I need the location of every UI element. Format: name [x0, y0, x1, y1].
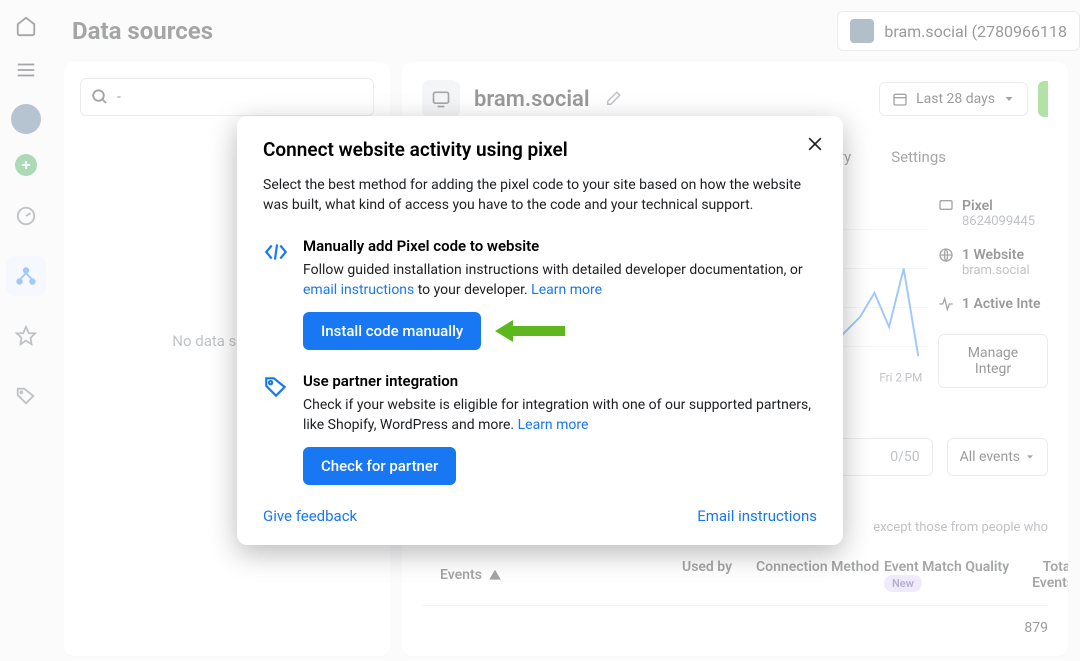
install-code-manually-button[interactable]: Install code manually	[303, 312, 481, 350]
check-for-partner-button[interactable]: Check for partner	[303, 447, 456, 485]
option-manual-title: Manually add Pixel code to website	[303, 237, 817, 255]
partner-icon	[263, 372, 289, 485]
option-partner-desc: Check if your website is eligible for in…	[303, 396, 817, 435]
modal-overlay: Connect website activity using pixel Sel…	[0, 0, 1080, 661]
learn-more-link[interactable]: Learn more	[531, 282, 602, 298]
connect-pixel-modal: Connect website activity using pixel Sel…	[237, 116, 843, 546]
email-instructions-footer-link[interactable]: Email instructions	[697, 507, 817, 525]
modal-description: Select the best method for adding the pi…	[263, 175, 817, 216]
modal-title: Connect website activity using pixel	[263, 138, 817, 161]
option-manual-desc: Follow guided installation instructions …	[303, 261, 817, 300]
option-manual: Manually add Pixel code to website Follo…	[263, 237, 817, 350]
code-icon	[263, 237, 289, 350]
option-partner-title: Use partner integration	[303, 372, 817, 390]
email-instructions-link[interactable]: email instructions	[303, 282, 414, 298]
give-feedback-link[interactable]: Give feedback	[263, 507, 357, 525]
option-partner: Use partner integration Check if your we…	[263, 372, 817, 485]
green-arrow-annotation	[495, 320, 565, 342]
modal-footer: Give feedback Email instructions	[263, 507, 817, 525]
learn-more-link-2[interactable]: Learn more	[518, 417, 589, 433]
close-icon[interactable]	[805, 134, 825, 154]
